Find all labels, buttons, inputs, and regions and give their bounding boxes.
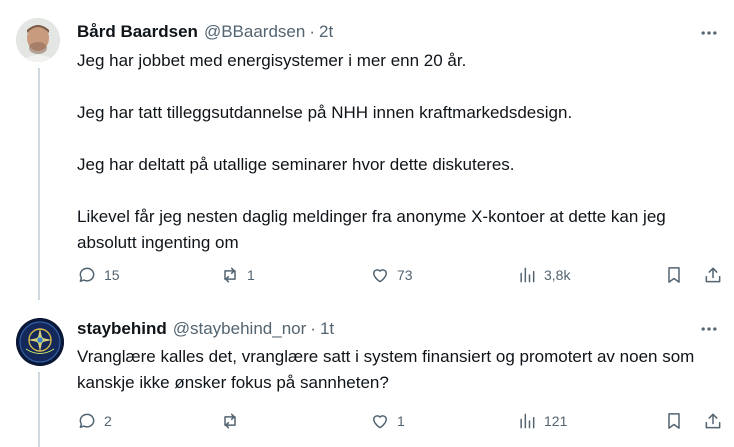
bookmark-icon — [668, 413, 680, 429]
tweet-staybehind[interactable]: staybehind @staybehind_nor · 1t Vranglær… — [0, 300, 734, 447]
person-photo-icon — [16, 18, 60, 62]
paragraph: Likevel får jeg nesten daglig meldinger … — [77, 207, 666, 252]
tweet-header: Bård Baardsen @BBaardsen · 2t — [77, 22, 333, 42]
reply-button[interactable]: 15 — [77, 263, 120, 287]
repost-arrows-icon — [224, 267, 236, 283]
paragraph: Jeg har tatt tilleggsutdannelse på NHH i… — [77, 103, 573, 122]
paragraph: Vranglære kalles det, vranglære satt i s… — [77, 347, 695, 392]
action-bar: 2 1 121 — [77, 409, 723, 433]
views-count: 3,8k — [544, 267, 571, 283]
tweet-header: staybehind @staybehind_nor · 1t — [77, 319, 334, 339]
views-button[interactable]: 3,8k — [517, 263, 570, 287]
views-count: 121 — [544, 413, 568, 429]
like-button[interactable]: 1 — [370, 409, 405, 433]
tweet-text: Jeg har jobbet med energisystemer i mer … — [77, 48, 717, 256]
share-upload-icon — [705, 413, 721, 429]
reply-button[interactable]: 2 — [77, 409, 112, 433]
repost-button[interactable] — [220, 409, 247, 433]
more-horizontal-icon — [701, 31, 717, 35]
reply-count: 15 — [104, 267, 120, 283]
staybehind-logo-icon — [16, 318, 64, 366]
reply-bubble-icon — [79, 267, 95, 282]
more-horizontal-icon — [701, 327, 717, 331]
paragraph: Jeg har deltatt på utallige seminarer hv… — [77, 155, 515, 174]
action-bar: 15 1 73 3,8k — [77, 263, 723, 287]
separator: · — [309, 22, 315, 41]
share-button[interactable] — [703, 409, 723, 433]
heart-icon — [373, 269, 387, 283]
author-handle[interactable]: @staybehind_nor — [173, 319, 307, 339]
more-button[interactable] — [698, 318, 720, 340]
tweet-text: Vranglære kalles det, vranglære satt i s… — [77, 344, 697, 396]
author-name[interactable]: staybehind — [77, 319, 167, 339]
views-button[interactable]: 121 — [517, 409, 567, 433]
timestamp[interactable]: 2t — [319, 22, 333, 42]
paragraph: Jeg har jobbet med energisystemer i mer … — [77, 51, 467, 70]
separator: · — [310, 319, 316, 338]
reply-bubble-icon — [79, 413, 95, 428]
like-count: 1 — [397, 413, 405, 429]
bookmark-button[interactable] — [664, 409, 684, 433]
views-bars-icon — [520, 267, 535, 283]
author-handle[interactable]: @BBaardsen — [204, 22, 305, 42]
share-upload-icon — [705, 267, 721, 283]
tweet-bbaardsen[interactable]: Bård Baardsen @BBaardsen · 2t Jeg har jo… — [0, 0, 734, 300]
timestamp[interactable]: 1t — [320, 319, 334, 339]
like-button[interactable]: 73 — [370, 263, 413, 287]
more-button[interactable] — [698, 22, 720, 44]
thread-line — [38, 68, 40, 300]
author-name[interactable]: Bård Baardsen — [77, 22, 198, 42]
heart-icon — [373, 415, 387, 429]
bookmark-icon — [668, 267, 680, 283]
repost-button[interactable]: 1 — [220, 263, 255, 287]
thread-line — [38, 372, 40, 447]
bookmark-button[interactable] — [664, 263, 684, 287]
repost-arrows-icon — [224, 413, 236, 429]
avatar[interactable] — [16, 318, 64, 366]
like-count: 73 — [397, 267, 413, 283]
repost-count: 1 — [247, 267, 255, 283]
reply-count: 2 — [104, 413, 112, 429]
share-button[interactable] — [703, 263, 723, 287]
views-bars-icon — [520, 413, 535, 429]
avatar[interactable] — [16, 18, 60, 62]
